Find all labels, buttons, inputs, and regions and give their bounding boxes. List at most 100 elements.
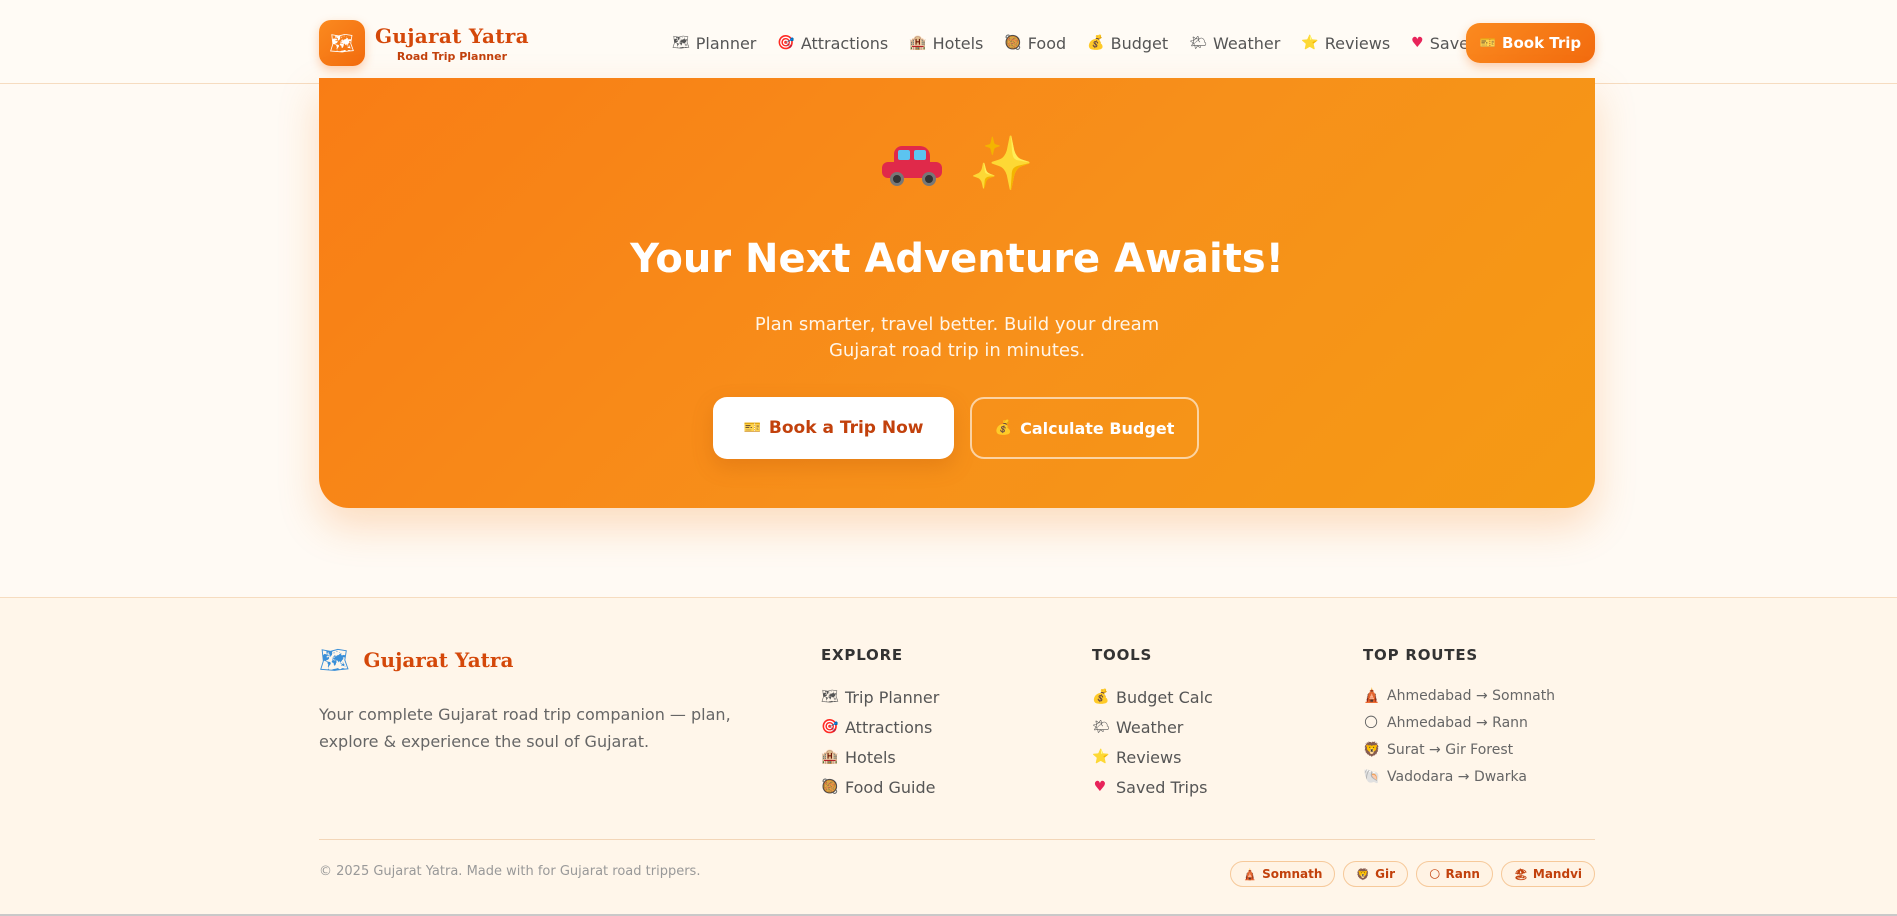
route-ahmedabad-somnath[interactable]: 🛕 Ahmedabad → Somnath <box>1363 682 1555 709</box>
target-icon: 🎯 <box>821 719 839 735</box>
nav-attractions[interactable]: 🎯 Attractions <box>777 34 888 53</box>
nav-label: Planner <box>695 33 757 53</box>
book-a-trip-now-button[interactable]: 🎫 Book a Trip Now <box>713 397 954 459</box>
map-icon: 🗺 <box>821 689 839 705</box>
tag-label: Mandvi <box>1532 867 1582 881</box>
link-label: Saved Trips <box>1116 777 1208 797</box>
footer-link-budget-calc[interactable]: 💰 Budget Calc <box>1092 682 1213 712</box>
link-label: Reviews <box>1116 747 1182 767</box>
main-nav: 🗺 Planner 🎯 Attractions 🏨 Hotels 🥘 Food 💰 Bud… <box>672 22 1500 64</box>
calculate-budget-button[interactable]: 💰 Calculate Budget <box>970 397 1199 459</box>
temple-icon: 🛕 <box>1363 687 1381 704</box>
tag-label: Somnath <box>1262 867 1323 881</box>
routes-heading: TOP ROUTES <box>1363 646 1478 664</box>
footer-explore-column: EXPLORE 🗺 Trip Planner 🎯 Attractions 🏨 Hote… <box>821 646 939 802</box>
ticket-icon: 🎫 <box>1479 35 1497 51</box>
tag-label: Gir <box>1375 867 1396 881</box>
footer-description: Your complete Gujarat road trip companio… <box>319 705 731 751</box>
tag-label: Rann <box>1445 867 1480 881</box>
footer-link-hotels[interactable]: 🏨 Hotels <box>821 742 939 772</box>
footer-brand: 🗺 Gujarat Yatra <box>319 646 513 674</box>
heart-icon: ♥ <box>1093 779 1107 795</box>
hero-banner: ✨ Your Next Adventure Awaits! Plan smart… <box>319 78 1595 508</box>
route-ahmedabad-rann[interactable]: 🌕 Ahmedabad → Rann <box>1363 709 1555 736</box>
brand-subtitle: Road Trip Planner <box>396 49 507 63</box>
tag-mandvi[interactable]: 🏖 Mandvi <box>1500 861 1595 887</box>
tag-somnath[interactable]: 🛕 Somnath <box>1230 861 1336 887</box>
sun-cloud-icon: 🌤 <box>1092 719 1110 735</box>
link-label: Attractions <box>845 717 933 737</box>
money-bag-icon: 💰 <box>1092 689 1110 705</box>
link-label: Food Guide <box>845 777 936 797</box>
footer-link-trip-planner[interactable]: 🗺 Trip Planner <box>821 682 939 712</box>
brand-logo-link[interactable]: 🗺 Gujarat Yatra Road Trip Planner <box>319 20 529 66</box>
nav-budget[interactable]: 💰 Budget <box>1087 34 1168 53</box>
link-label: Budget Calc <box>1116 687 1213 707</box>
tools-heading: TOOLS <box>1092 646 1153 664</box>
temple-icon: 🛕 <box>1243 867 1258 881</box>
link-label: Trip Planner <box>845 687 940 707</box>
nav-label: Reviews <box>1324 33 1391 53</box>
nav-food[interactable]: 🥘 Food <box>1004 34 1066 53</box>
site-footer: 🗺 Gujarat Yatra Your complete Gujarat ro… <box>0 597 1897 916</box>
shell-icon: 🐚 <box>1363 768 1381 785</box>
hero-title: Your Next Adventure Awaits! <box>630 236 1284 282</box>
brand-title: Gujarat Yatra <box>375 23 529 48</box>
footer-link-weather[interactable]: 🌤 Weather <box>1092 712 1213 742</box>
link-label: Weather <box>1116 717 1184 737</box>
route-label: Vadodara → Dwarka <box>1387 768 1527 785</box>
money-bag-icon: 💰 <box>994 420 1013 436</box>
nav-planner[interactable]: 🗺 Planner <box>672 34 756 53</box>
lion-icon: 🦁 <box>1356 867 1371 881</box>
top-navbar: 🗺 Gujarat Yatra Road Trip Planner 🗺 Plann… <box>0 0 1897 84</box>
target-icon: 🎯 <box>777 35 795 51</box>
sparkles-icon: ✨ <box>969 134 1034 194</box>
moon-icon: 🌕 <box>1363 714 1379 731</box>
map-icon: 🗺 <box>319 20 365 66</box>
ticket-icon: 🎫 <box>743 420 761 436</box>
footer-routes-column: TOP ROUTES 🛕 Ahmedabad → Somnath 🌕 Ahmedab… <box>1363 646 1555 790</box>
explore-heading: EXPLORE <box>821 646 903 664</box>
link-label: Hotels <box>845 747 896 767</box>
hotel-icon: 🏨 <box>909 35 927 51</box>
footer-brand-title: Gujarat Yatra <box>363 648 514 672</box>
button-label: Book a Trip Now <box>768 418 924 438</box>
footer-tools-column: TOOLS 💰 Budget Calc 🌤 Weather ⭐ Reviews ♥ Sa… <box>1092 646 1213 802</box>
footer-link-reviews[interactable]: ⭐ Reviews <box>1092 742 1213 772</box>
hotel-icon: 🏨 <box>821 749 839 765</box>
route-label: Ahmedabad → Somnath <box>1387 687 1556 704</box>
footer-divider <box>319 839 1595 840</box>
lion-icon: 🦁 <box>1363 741 1381 758</box>
beach-icon: 🏖 <box>1513 867 1528 881</box>
nav-label: Food <box>1027 33 1067 53</box>
book-trip-label: Book Trip <box>1502 34 1582 52</box>
footer-link-attractions[interactable]: 🎯 Attractions <box>821 712 939 742</box>
tag-gir[interactable]: 🦁 Gir <box>1343 861 1409 887</box>
moon-icon: 🌕 <box>1429 867 1441 881</box>
nav-hotels[interactable]: 🏨 Hotels <box>909 34 983 53</box>
tag-rann[interactable]: 🌕 Rann <box>1416 861 1493 887</box>
book-trip-button[interactable]: 🎫 Book Trip <box>1466 23 1595 63</box>
route-vadodara-dwarka[interactable]: 🐚 Vadodara → Dwarka <box>1363 763 1555 790</box>
nav-label: Attractions <box>800 33 889 53</box>
route-label: Ahmedabad → Rann <box>1387 714 1528 731</box>
map-icon: 🗺 <box>672 35 690 51</box>
star-icon: ⭐ <box>1092 749 1110 765</box>
sun-cloud-icon: 🌤 <box>1189 35 1207 51</box>
route-surat-gir[interactable]: 🦁 Surat → Gir Forest <box>1363 736 1555 763</box>
map-icon: 🗺 <box>319 646 350 674</box>
button-label: Calculate Budget <box>1020 418 1175 438</box>
nav-label: Hotels <box>932 33 984 53</box>
copyright-text: © 2025 Gujarat Yatra. Made with for Guja… <box>319 864 701 879</box>
food-pot-icon: 🥘 <box>821 779 839 795</box>
money-bag-icon: 💰 <box>1087 35 1105 51</box>
nav-label: Budget <box>1110 33 1169 53</box>
hero-subtitle: Plan smarter, travel better. Build your … <box>754 314 1160 361</box>
star-icon: ⭐ <box>1301 35 1319 51</box>
footer-link-saved-trips[interactable]: ♥ Saved Trips <box>1092 772 1213 802</box>
nav-reviews[interactable]: ⭐ Reviews <box>1301 34 1390 53</box>
nav-label: Weather <box>1212 33 1281 53</box>
footer-link-food-guide[interactable]: 🥘 Food Guide <box>821 772 939 802</box>
car-icon <box>880 140 944 188</box>
nav-weather[interactable]: 🌤 Weather <box>1189 34 1280 53</box>
